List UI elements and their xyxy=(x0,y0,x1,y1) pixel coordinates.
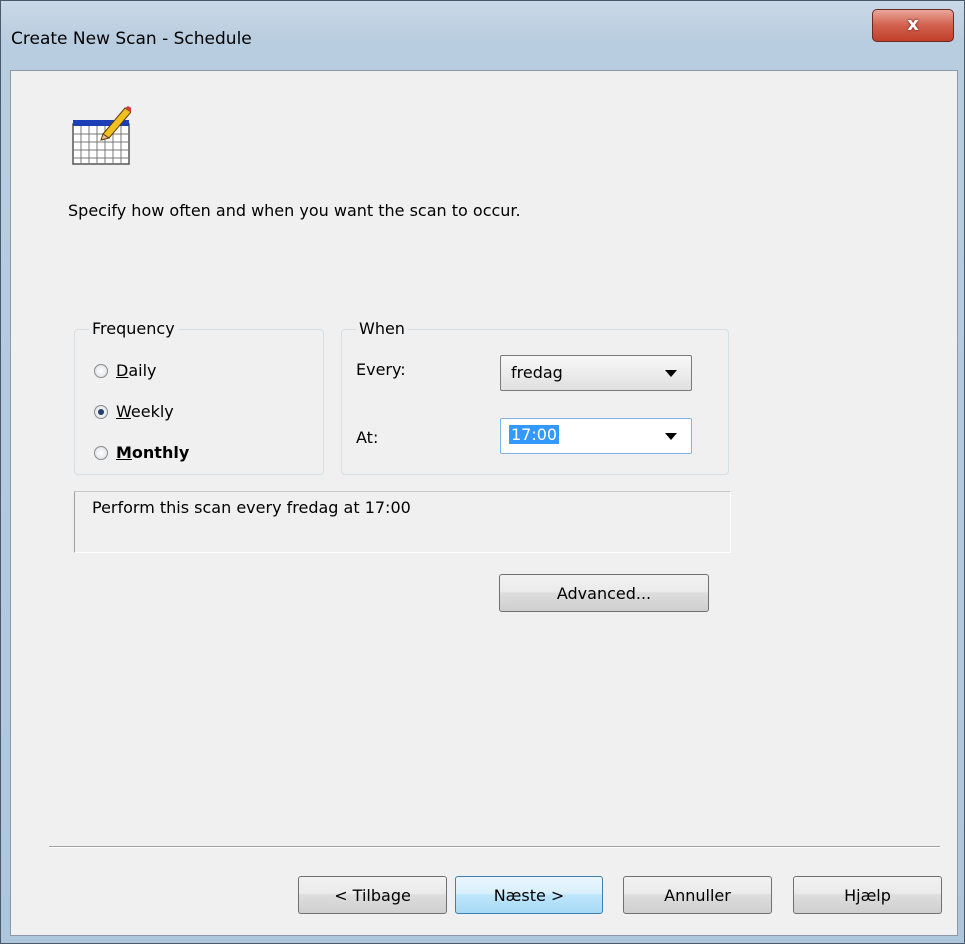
monthly-label: Monthly xyxy=(116,443,190,462)
at-time-combobox[interactable]: 17:00 xyxy=(500,418,692,454)
daily-label-text: aily xyxy=(128,361,157,380)
weekly-radio[interactable]: Weekly xyxy=(94,402,174,421)
description-text: Specify how often and when you want the … xyxy=(68,201,521,220)
every-label: Every: xyxy=(356,360,406,379)
title-bar[interactable]: Create New Scan - Schedule x xyxy=(1,1,964,71)
dialog-window: Create New Scan - Schedule x Specify how… xyxy=(0,0,965,944)
monthly-label-text: onthly xyxy=(131,443,190,462)
advanced-button[interactable]: Advanced... xyxy=(499,574,709,612)
at-label: At: xyxy=(356,428,379,447)
chevron-down-icon xyxy=(665,370,677,377)
monthly-radio[interactable]: Monthly xyxy=(94,443,189,462)
cancel-label: Annuller xyxy=(664,885,731,905)
every-dropdown[interactable]: fredag xyxy=(500,355,692,391)
advanced-label: Advanced... xyxy=(556,583,652,603)
cancel-button[interactable]: Annuller xyxy=(623,876,772,914)
chevron-down-icon[interactable] xyxy=(665,433,677,440)
dialog-content: Specify how often and when you want the … xyxy=(10,70,958,936)
at-value: 17:00 xyxy=(509,425,560,444)
next-button[interactable]: Næste > xyxy=(455,876,603,914)
every-value: fredag xyxy=(511,363,563,382)
when-legend: When xyxy=(356,319,408,338)
radio-circle-weekly xyxy=(94,404,108,419)
daily-label: Daily xyxy=(116,361,157,380)
next-label: Næste > xyxy=(493,885,565,905)
frequency-legend: Frequency xyxy=(89,319,178,338)
back-button[interactable]: < Tilbage xyxy=(298,876,447,914)
radio-circle-daily xyxy=(94,363,108,378)
close-button[interactable]: x xyxy=(872,9,954,42)
window-title: Create New Scan - Schedule xyxy=(11,29,252,49)
footer-separator xyxy=(49,846,940,848)
weekly-label: Weekly xyxy=(116,402,174,421)
back-label: < Tilbage xyxy=(334,885,411,905)
help-label: Hjælp xyxy=(844,885,891,905)
radio-circle-monthly xyxy=(94,445,108,460)
help-button[interactable]: Hjælp xyxy=(793,876,942,914)
calendar-pencil-icon xyxy=(72,106,131,165)
schedule-summary: Perform this scan every fredag at 17:00 xyxy=(74,491,731,553)
close-icon: x xyxy=(907,14,919,35)
weekly-label-text: eekly xyxy=(130,402,174,421)
summary-text: Perform this scan every fredag at 17:00 xyxy=(92,498,411,517)
daily-radio[interactable]: Daily xyxy=(94,361,157,380)
